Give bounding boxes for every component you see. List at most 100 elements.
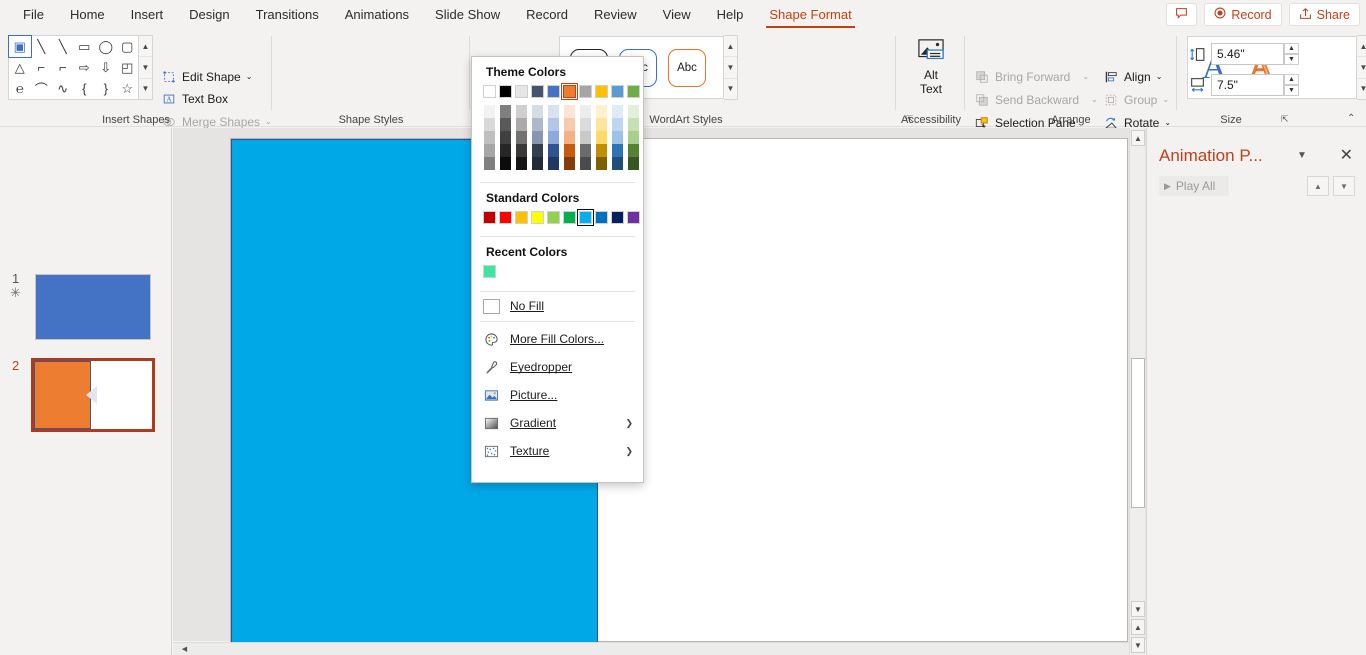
animation-pane-menu-icon[interactable]: ▼ (1297, 150, 1307, 161)
shapes-scroll-down-icon[interactable]: ▼ (139, 57, 152, 79)
theme-color-swatch-8[interactable] (611, 85, 624, 98)
wordart-scroll[interactable]: ▲ ▼ ▼ (1357, 35, 1366, 100)
insert-shape-item-16[interactable]: } (95, 78, 117, 99)
theme-color-swatch-0[interactable] (483, 85, 496, 98)
theme-variant-swatch-7-1[interactable] (595, 118, 608, 131)
theme-variant-swatch-4-1[interactable] (547, 118, 560, 131)
theme-variant-swatch-5-1[interactable] (563, 118, 576, 131)
theme-variant-column-5[interactable] (563, 105, 576, 170)
theme-variant-swatch-2-4[interactable] (515, 157, 528, 170)
scroll-up-icon[interactable]: ▲ (1131, 130, 1145, 146)
standard-color-swatch-1[interactable] (499, 211, 512, 224)
theme-variant-swatch-1-1[interactable] (499, 118, 512, 131)
theme-variant-swatch-3-2[interactable] (531, 131, 544, 144)
theme-variant-swatch-5-3[interactable] (563, 144, 576, 157)
theme-variant-swatch-0-3[interactable] (483, 144, 496, 157)
theme-variant-column-0[interactable] (483, 105, 496, 170)
standard-color-swatch-8[interactable] (611, 211, 624, 224)
theme-variant-swatch-1-4[interactable] (499, 157, 512, 170)
insert-shape-item-13[interactable]: ⌒ (31, 78, 53, 99)
theme-variant-swatch-8-0[interactable] (611, 105, 624, 118)
align-button[interactable]: Align ⌄ (1099, 66, 1166, 87)
theme-variant-swatch-4-3[interactable] (547, 144, 560, 157)
stepper-down-icon[interactable]: ▼ (1284, 85, 1299, 96)
comments-button[interactable] (1166, 3, 1198, 26)
scroll-down-icon[interactable]: ▼ (1131, 601, 1145, 617)
tab-insert[interactable]: Insert (118, 0, 177, 30)
theme-variant-swatch-2-0[interactable] (515, 105, 528, 118)
theme-variant-swatch-1-3[interactable] (499, 144, 512, 157)
theme-variant-column-4[interactable] (547, 105, 560, 170)
canvas-horizontal-scrollbar[interactable] (173, 642, 1129, 655)
theme-variant-swatch-4-2[interactable] (547, 131, 560, 144)
edit-shape-button[interactable]: Edit Shape ⌄ (157, 66, 256, 87)
insert-shape-item-4[interactable]: ◯ (95, 36, 117, 57)
chevron-down-icon[interactable]: ⌄ (1156, 72, 1163, 81)
theme-variant-swatch-9-1[interactable] (627, 118, 640, 131)
shape-height-input[interactable]: 5.46" (1211, 43, 1284, 65)
slide-thumbnail-1[interactable] (35, 274, 151, 340)
standard-color-swatch-7[interactable] (595, 211, 608, 224)
animation-pane-close-icon[interactable]: ✕ (1340, 145, 1353, 165)
tab-design[interactable]: Design (176, 0, 242, 30)
theme-variant-swatch-2-3[interactable] (515, 144, 528, 157)
record-button[interactable]: Record (1204, 3, 1282, 26)
tab-animations[interactable]: Animations (332, 0, 422, 30)
theme-variant-column-8[interactable] (611, 105, 624, 170)
theme-variant-swatch-8-3[interactable] (611, 144, 624, 157)
slide-thumbnail-2[interactable] (31, 358, 155, 432)
insert-shape-item-14[interactable]: ∿ (52, 78, 74, 99)
menu-item-more-fill-colors[interactable]: More Fill Colors... (472, 325, 643, 353)
shapes-more-icon[interactable]: ▼ (139, 79, 152, 99)
tab-transitions[interactable]: Transitions (243, 0, 332, 30)
theme-variant-swatch-2-1[interactable] (515, 118, 528, 131)
insert-shape-item-2[interactable]: ╲ (52, 36, 74, 57)
theme-variant-swatch-9-0[interactable] (627, 105, 640, 118)
theme-variant-swatch-7-2[interactable] (595, 131, 608, 144)
slide-canvas-area[interactable] (173, 128, 1175, 643)
theme-variant-swatch-6-2[interactable] (579, 131, 592, 144)
slide-surface[interactable] (230, 138, 1128, 643)
theme-variant-swatch-7-0[interactable] (595, 105, 608, 118)
theme-variant-swatch-6-3[interactable] (579, 144, 592, 157)
tab-view[interactable]: View (650, 0, 704, 30)
shape-height-stepper[interactable]: ▲ ▼ (1284, 43, 1299, 65)
theme-color-swatch-7[interactable] (595, 85, 608, 98)
tab-help[interactable]: Help (704, 0, 757, 30)
shape-fill-dropdown-menu[interactable]: Theme Colors Standard Colors Recent Colo… (471, 56, 644, 483)
theme-color-swatch-4[interactable] (547, 85, 560, 98)
recent-colors-row[interactable] (472, 265, 643, 278)
standard-color-swatch-4[interactable] (547, 211, 560, 224)
standard-color-swatch-5[interactable] (563, 211, 576, 224)
theme-variant-swatch-9-3[interactable] (627, 144, 640, 157)
menu-item-eyedropper[interactable]: Eyedropper (472, 353, 643, 381)
tab-shape-format[interactable]: Shape Format (756, 0, 864, 30)
standard-colors-row[interactable] (472, 209, 643, 226)
theme-variant-swatch-4-4[interactable] (547, 157, 560, 170)
theme-variant-swatch-9-2[interactable] (627, 131, 640, 144)
insert-shapes-gallery[interactable]: ▣ ╲ ╲ ▭ ◯ ▢ △ ⌐ ⌐ ⇨ ⇩ ◰ ℮ ⌒ ∿{} ☆ (8, 35, 139, 100)
vertical-scroll-thumb[interactable] (1131, 358, 1145, 508)
insert-shape-item-8[interactable]: ⌐ (52, 57, 74, 78)
insert-shape-item-12[interactable]: ℮ (9, 78, 31, 99)
theme-color-swatch-9[interactable] (627, 85, 640, 98)
play-all-button[interactable]: ▶ Play All (1159, 176, 1229, 196)
theme-variant-swatch-5-4[interactable] (563, 157, 576, 170)
chevron-down-icon[interactable]: ⌄ (246, 72, 253, 81)
standard-color-swatch-3[interactable] (531, 211, 544, 224)
standard-color-swatch-0[interactable] (483, 211, 496, 224)
theme-variant-swatch-2-2[interactable] (515, 131, 528, 144)
theme-variant-swatch-3-4[interactable] (531, 157, 544, 170)
stepper-up-icon[interactable]: ▲ (1284, 74, 1299, 85)
theme-variant-swatch-8-4[interactable] (611, 157, 624, 170)
shape-width-input[interactable]: 7.5" (1211, 74, 1284, 96)
menu-item-texture[interactable]: Texture ❯ (472, 437, 643, 465)
insert-shape-item-9[interactable]: ⇨ (74, 57, 96, 78)
theme-color-swatch-5[interactable] (561, 83, 578, 100)
tab-review[interactable]: Review (581, 0, 650, 30)
theme-variant-swatch-8-2[interactable] (611, 131, 624, 144)
insert-shape-item-5[interactable]: ▢ (117, 36, 139, 57)
theme-variant-column-6[interactable] (579, 105, 592, 170)
shape-width-stepper[interactable]: ▲ ▼ (1284, 74, 1299, 96)
theme-variant-swatch-5-0[interactable] (563, 105, 576, 118)
